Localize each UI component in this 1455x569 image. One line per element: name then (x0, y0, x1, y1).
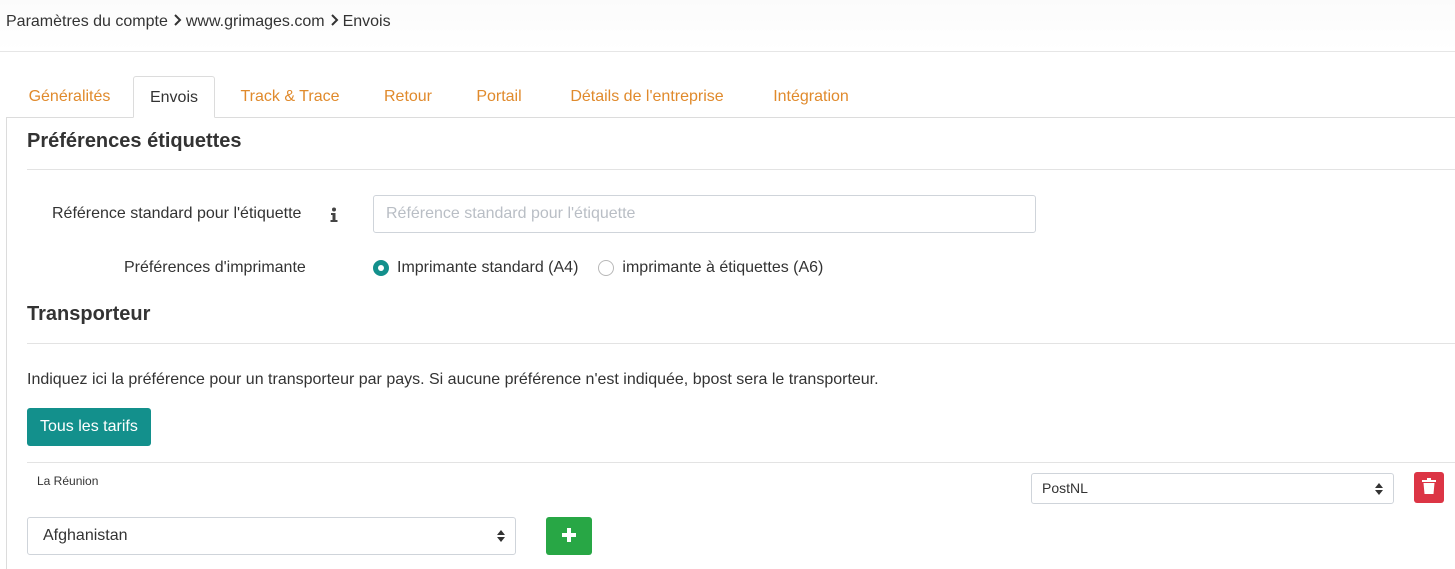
carrier-select-value: PostNL (1042, 480, 1088, 496)
shipments-panel: Préférences étiquettes Référence standar… (6, 117, 1455, 569)
add-country-button[interactable] (546, 517, 592, 555)
top-bar: Paramètres du compte www.grimages.com En… (0, 0, 1455, 52)
chevron-right-icon (325, 13, 343, 31)
plus-icon (562, 527, 576, 545)
tab-general[interactable]: Généralités (6, 76, 133, 118)
tab-shipments[interactable]: Envois (133, 76, 215, 118)
trash-icon (1422, 478, 1436, 497)
breadcrumb-account-settings[interactable]: Paramètres du compte (6, 13, 168, 31)
carrier-title: Transporteur (27, 303, 151, 325)
breadcrumb: Paramètres du compte www.grimages.com En… (6, 13, 391, 31)
divider (27, 462, 1455, 463)
radio-label-printer-label: imprimante à étiquettes (A6) (622, 259, 824, 276)
radio-standard-printer[interactable]: Imprimante standard (A4) (373, 259, 578, 277)
delete-row-button[interactable] (1414, 472, 1444, 503)
divider (27, 343, 1455, 344)
carrier-select[interactable]: PostNL (1031, 473, 1394, 504)
chevron-right-icon (168, 13, 186, 31)
sort-caret-icon (1375, 482, 1383, 495)
printer-preferences-label: Préférences d'imprimante (124, 259, 306, 276)
radio-label-printer[interactable]: imprimante à étiquettes (A6) (598, 259, 823, 277)
tab-portal[interactable]: Portail (458, 76, 540, 118)
tab-company-details[interactable]: Détails de l'entreprise (547, 76, 747, 118)
tab-track-trace[interactable]: Track & Trace (221, 76, 359, 118)
breadcrumb-current: Envois (342, 13, 391, 30)
country-row-label: La Réunion (37, 474, 99, 488)
info-icon[interactable] (329, 207, 339, 223)
reference-label: Référence standard pour l'étiquette (52, 205, 302, 222)
country-select[interactable]: Afghanistan (27, 517, 516, 555)
settings-tabs: Généralités Envois Track & Trace Retour … (6, 76, 1455, 118)
reference-input[interactable] (373, 195, 1036, 233)
radio-checked[interactable] (373, 260, 389, 276)
printer-radio-group: Imprimante standard (A4) imprimante à ét… (373, 259, 843, 277)
sort-caret-icon (497, 530, 505, 542)
radio-standard-label: Imprimante standard (A4) (397, 259, 579, 276)
carrier-description: Indiquez ici la préférence pour un trans… (27, 371, 879, 388)
divider (27, 169, 1455, 170)
all-rates-button[interactable]: Tous les tarifs (27, 408, 151, 446)
country-select-value: Afghanistan (43, 527, 128, 544)
label-preferences-title: Préférences étiquettes (27, 130, 242, 152)
tab-integration[interactable]: Intégration (751, 76, 871, 118)
tab-return[interactable]: Retour (366, 76, 450, 118)
breadcrumb-site[interactable]: www.grimages.com (186, 13, 325, 31)
radio-unchecked[interactable] (598, 260, 615, 276)
